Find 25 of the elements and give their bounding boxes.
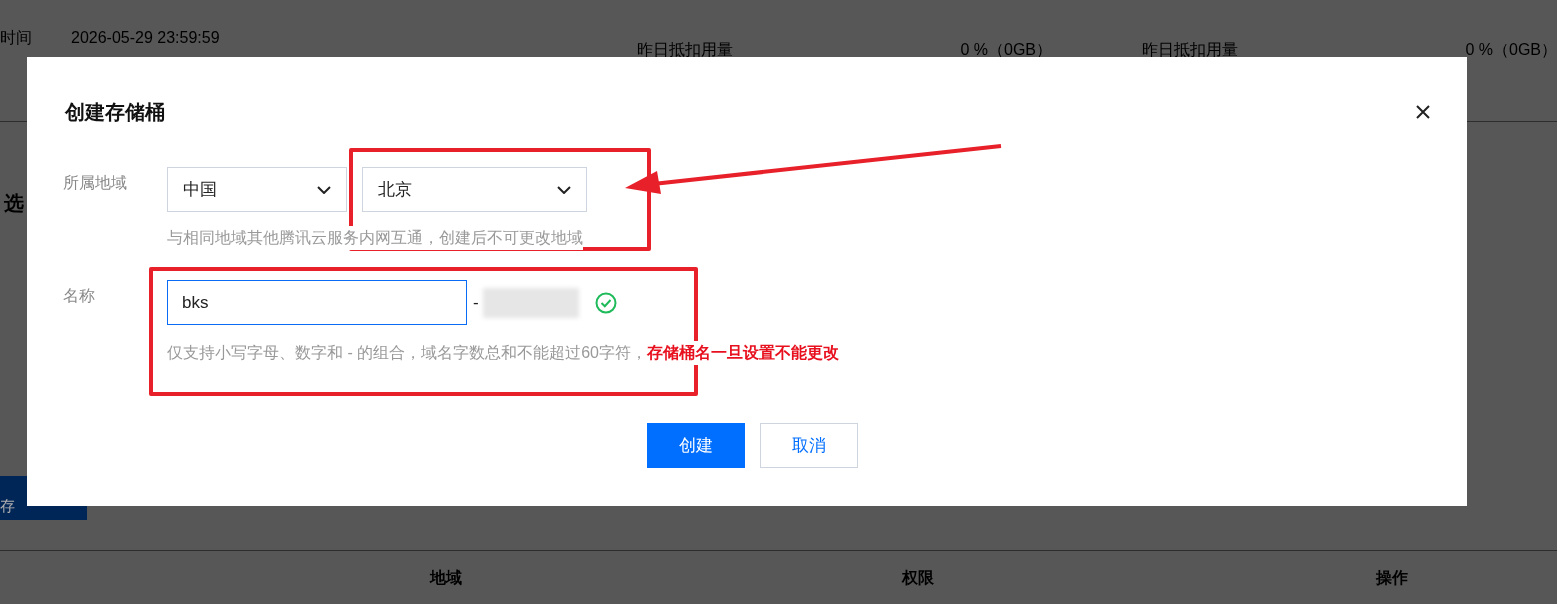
column-header: 权限: [902, 567, 934, 588]
dialog-title: 创建存储桶: [65, 100, 165, 125]
create-button[interactable]: 创建: [646, 423, 745, 468]
region-select[interactable]: 中国: [167, 167, 347, 212]
name-input[interactable]: bks: [167, 280, 467, 325]
usage-label: 昨日抵扣用量: [1142, 40, 1238, 60]
usage-value: 0 %（0GB）: [960, 40, 1052, 60]
chevron-down-icon: [317, 185, 331, 194]
field-label: 名称: [63, 286, 96, 306]
column-header: 操作: [1376, 567, 1408, 588]
field-label: 所属地域: [63, 173, 128, 193]
usage-label: 昨日抵扣用量: [637, 40, 733, 60]
section-title: 选: [4, 192, 24, 214]
region-select[interactable]: 北京: [362, 167, 587, 212]
cancel-button[interactable]: 取消: [759, 423, 858, 468]
close-icon[interactable]: [1415, 104, 1431, 120]
chevron-down-icon: [557, 185, 571, 194]
info-label: 时间: [0, 28, 33, 48]
column-header: 地域: [430, 567, 462, 588]
suffix-separator: -: [473, 291, 479, 314]
info-value: 2026-05-29 23:59:59: [71, 28, 220, 48]
hint-text: 仅支持小写字母、数字和 - 的组合，域名字数总和不能超过60字符，: [167, 343, 647, 363]
warning-text: 存储桶名一旦设置不能更改: [647, 341, 839, 365]
hint-text: 与相同地域其他腾讯云服务内网互通，创建后不可更改地域: [167, 226, 583, 250]
usage-value: 0 %（0GB）: [1465, 40, 1557, 60]
